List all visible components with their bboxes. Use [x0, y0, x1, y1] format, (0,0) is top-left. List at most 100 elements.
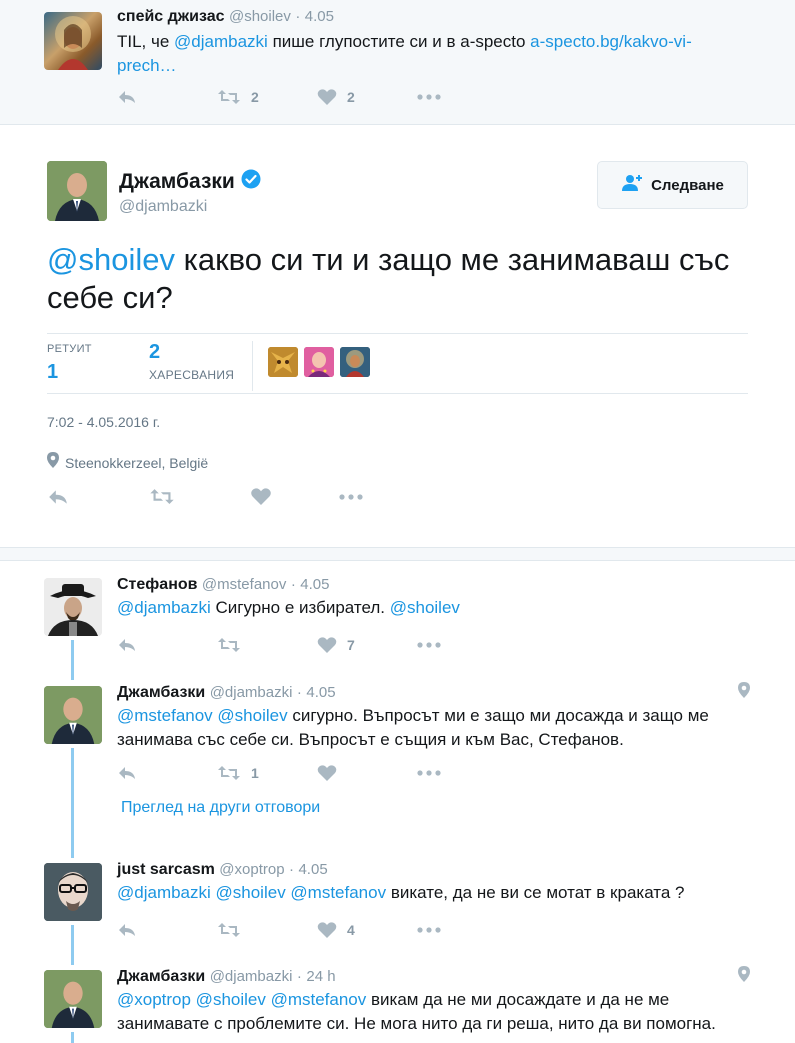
mention-link[interactable]: @djambazki: [174, 32, 268, 51]
like-button[interactable]: [317, 764, 417, 782]
liker-avatar[interactable]: [268, 347, 298, 377]
like-button[interactable]: 4: [317, 921, 417, 939]
avatar[interactable]: [44, 863, 102, 921]
geo-pin-icon[interactable]: [738, 966, 750, 987]
reply-icon: [117, 765, 137, 781]
author-handle[interactable]: @djambazki: [210, 968, 293, 985]
more-button[interactable]: [338, 493, 364, 500]
more-icon: [417, 927, 441, 933]
avatar[interactable]: [44, 578, 102, 636]
tweet-time[interactable]: 4.05: [305, 8, 334, 25]
tweet-timestamp[interactable]: 7:02 - 4.05.2016 г.: [47, 414, 160, 430]
author-name[interactable]: Джамбазки: [117, 684, 205, 701]
divider: [47, 333, 748, 334]
retweet-button[interactable]: [217, 637, 317, 653]
tweet-time[interactable]: 4.05: [298, 861, 327, 878]
mention-link[interactable]: @djambazki @shoilev @mstefanov: [117, 883, 386, 902]
replies-separator: [0, 547, 795, 561]
tweet-time[interactable]: 4.05: [300, 576, 329, 593]
verified-badge-icon: [241, 169, 261, 194]
author-handle[interactable]: @djambazki: [210, 684, 293, 701]
avatar[interactable]: [47, 161, 107, 221]
author-handle[interactable]: @shoilev: [229, 8, 291, 25]
like-button[interactable]: [250, 487, 338, 506]
tweet-text: @djambazki @shoilev @mstefanov викате, д…: [117, 883, 685, 902]
separator-dot: ·: [296, 684, 302, 701]
retweet-count: 1: [251, 765, 259, 781]
view-more-replies-link[interactable]: Преглед на други отговори: [121, 799, 320, 817]
like-button[interactable]: 7: [317, 636, 417, 654]
tweet-text: @shoilev какво си ти и защо ме занимаваш…: [47, 242, 730, 315]
author-handle[interactable]: @djambazki: [119, 198, 207, 216]
like-button[interactable]: 2: [317, 88, 417, 106]
add-user-icon: [621, 174, 643, 197]
reply-icon: [117, 637, 137, 653]
author-name[interactable]: спейс джизас: [117, 8, 225, 25]
author-name[interactable]: Джамбазки: [117, 968, 205, 985]
reply-tweet[interactable]: Стефанов @mstefanov · 4.05 @djambazki Си…: [0, 568, 795, 668]
more-button[interactable]: [417, 642, 441, 648]
more-button[interactable]: [417, 927, 441, 933]
follow-label: Следване: [651, 176, 724, 194]
tweet-location[interactable]: Steenokkerzeel, België: [47, 452, 208, 473]
author-name[interactable]: Джамбазки: [119, 170, 235, 194]
mention-link[interactable]: @djambazki: [117, 598, 211, 617]
geo-pin-icon[interactable]: [738, 682, 750, 703]
tweet-time[interactable]: 24 h: [306, 968, 335, 985]
reply-button[interactable]: [117, 922, 217, 938]
tweet-text: @djambazki Сигурно е избирател. @shoilev: [117, 598, 460, 617]
reply-button[interactable]: [117, 637, 217, 653]
mention-link[interactable]: @shoilev: [47, 242, 175, 277]
more-button[interactable]: [417, 770, 441, 776]
mention-link[interactable]: @shoilev: [390, 598, 460, 617]
mention-link[interactable]: @xoptrop @shoilev @mstefanov: [117, 990, 366, 1009]
separator-dot: ·: [296, 968, 302, 985]
retweet-icon: [217, 922, 241, 938]
location-label: Steenokkerzeel, België: [65, 454, 209, 471]
like-count: 2: [347, 89, 355, 105]
avatar[interactable]: [44, 686, 102, 744]
like-count: 4: [347, 922, 355, 938]
tweet-text: @mstefanov @shoilev сигурно. Въпросът ми…: [117, 706, 709, 749]
retweet-count: 2: [251, 89, 259, 105]
tweet-time[interactable]: 4.05: [306, 684, 335, 701]
likes-stats[interactable]: 2 ХАРЕСВАНИЯ: [149, 341, 234, 382]
heart-icon: [250, 487, 272, 506]
retweet-button[interactable]: [217, 922, 317, 938]
reply-icon: [117, 922, 137, 938]
retweet-icon: [149, 488, 175, 505]
author-name[interactable]: Стефанов: [117, 576, 197, 593]
main-tweet: Джамбазки @djambazki Следване @shoilev к…: [0, 125, 795, 547]
location-pin-icon: [47, 452, 59, 473]
url-link-continued[interactable]: prech…: [117, 56, 177, 75]
retweet-icon: [217, 765, 241, 781]
retweet-stats[interactable]: РЕТУИТ 1: [47, 343, 92, 384]
author-handle[interactable]: @xoptrop: [219, 861, 284, 878]
reply-icon: [117, 89, 137, 105]
more-button[interactable]: [417, 94, 441, 100]
avatar[interactable]: [44, 12, 102, 70]
follow-button[interactable]: Следване: [597, 161, 748, 209]
reply-tweet[interactable]: Джамбазки @djambazki · 24 h @xoptrop @sh…: [0, 960, 795, 1043]
url-link[interactable]: a-specto.bg/kakvo-vi-: [530, 32, 692, 51]
more-icon: [417, 94, 441, 100]
mention-link[interactable]: @mstefanov @shoilev: [117, 706, 288, 725]
heart-icon: [317, 764, 337, 782]
retweet-button[interactable]: 1: [217, 765, 317, 781]
author-name[interactable]: just sarcasm: [117, 861, 215, 878]
avatar[interactable]: [44, 970, 102, 1028]
reply-tweet[interactable]: just sarcasm @xoptrop · 4.05 @djambazki …: [0, 853, 795, 953]
parent-tweet[interactable]: спейс джизас @shoilev · 4.05 TIL, че @dj…: [0, 0, 795, 124]
liker-avatar[interactable]: [340, 347, 370, 377]
liker-avatar[interactable]: [304, 347, 334, 377]
separator-dot: ·: [289, 861, 295, 878]
author-handle[interactable]: @mstefanov: [202, 576, 286, 593]
reply-tweet[interactable]: Джамбазки @djambazki · 4.05 @mstefanov @…: [0, 676, 795, 836]
reply-button[interactable]: [47, 488, 149, 506]
retweet-button[interactable]: 2: [217, 89, 317, 105]
retweets-label: РЕТУИТ: [47, 343, 92, 355]
retweets-count: 1: [47, 361, 59, 383]
reply-button[interactable]: [117, 89, 217, 105]
reply-button[interactable]: [117, 765, 217, 781]
retweet-button[interactable]: [149, 488, 250, 505]
